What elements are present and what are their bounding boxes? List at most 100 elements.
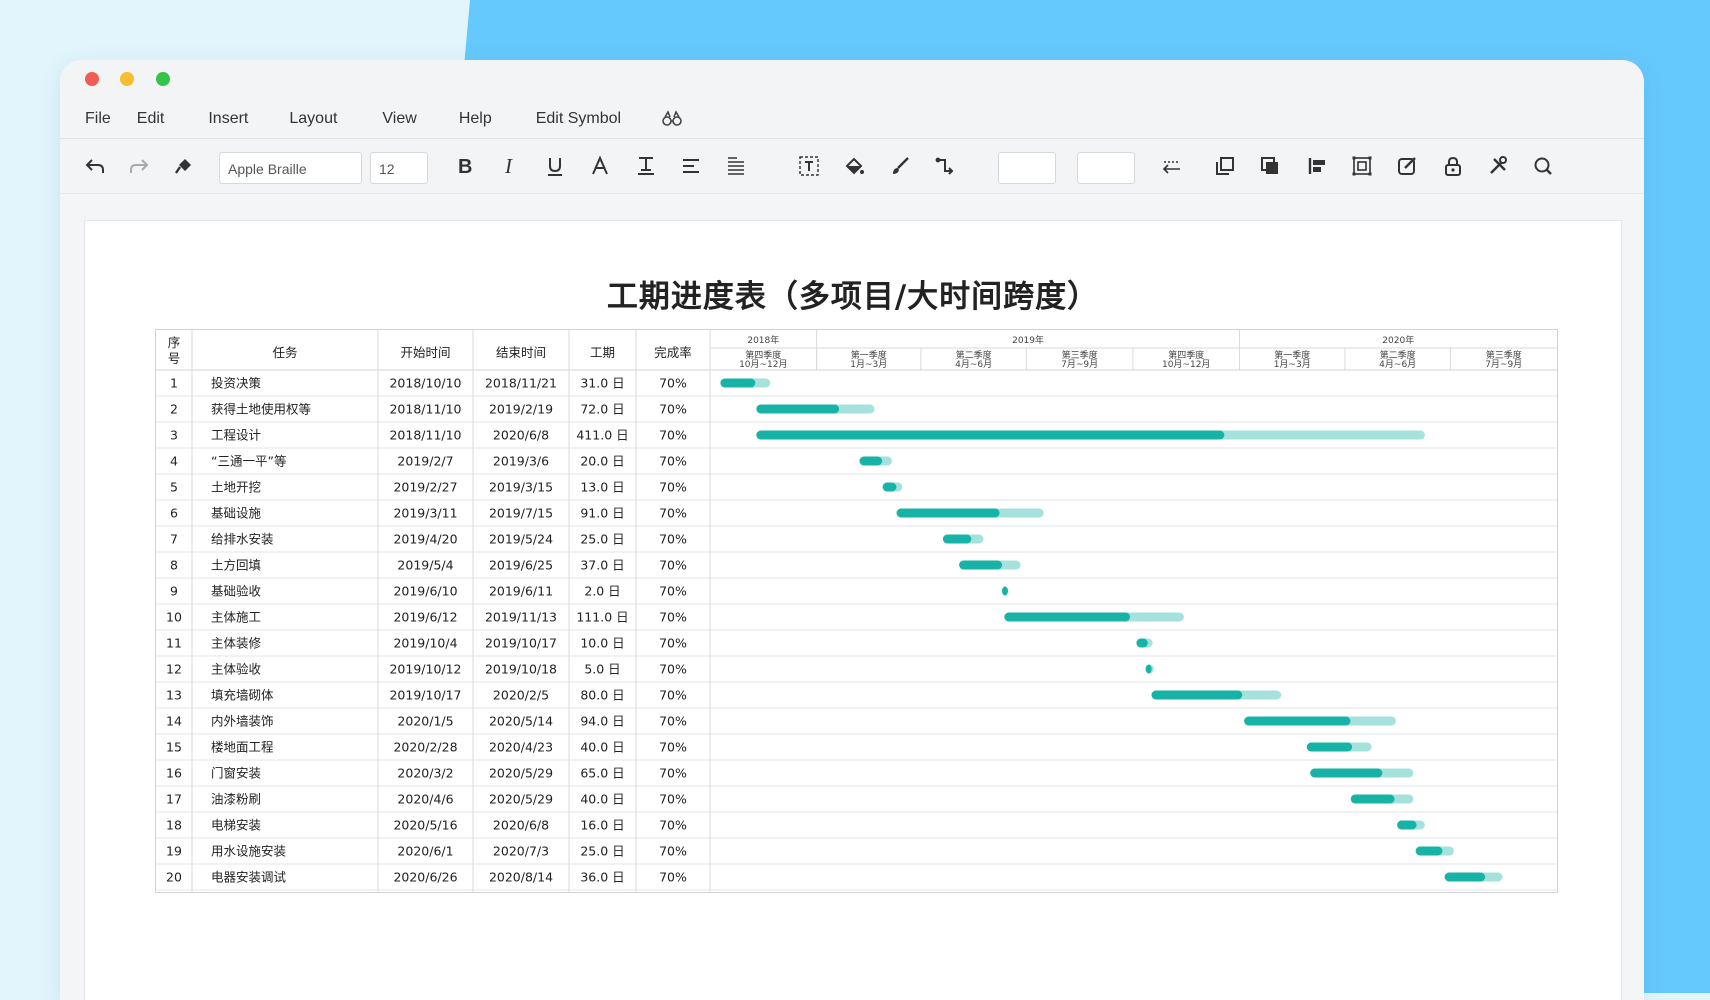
row-duration: 94.0 日 [580,714,624,729]
timeline-month-label: 4月~6月 [1379,359,1416,370]
line-style-input[interactable] [1077,152,1135,184]
menu-edit-symbol[interactable]: Edit Symbol [536,110,621,128]
search-icon[interactable] [1528,151,1558,181]
menu-edit[interactable]: Edit [137,110,165,128]
italic-icon[interactable]: I [494,151,524,181]
menu-layout[interactable]: Layout [289,110,337,128]
col-header-start: 开始时间 [400,345,450,360]
undo-icon[interactable] [80,151,110,181]
row-end-date: 2019/2/19 [489,402,553,417]
menu-bar: File Edit Insert Layout View Help Edit S… [60,100,1644,139]
gantt-bar-progress [1145,664,1152,674]
menu-insert[interactable]: Insert [208,110,248,128]
row-start-date: 2020/6/26 [393,870,457,885]
brush-icon[interactable] [885,151,915,181]
row-duration: 36.0 日 [580,870,624,885]
gantt-bar-progress [1001,586,1008,596]
row-start-date: 2019/10/4 [393,636,457,651]
gantt-bar-progress [1151,690,1243,700]
zoom-window-button[interactable] [156,72,170,86]
row-task-name: 给排水安装 [211,532,274,547]
row-rate: 70% [659,454,687,469]
gantt-bar-progress [896,508,1000,518]
canvas-area: 工期进度表（多项目/大时间跨度） 序号 任务 开始时间 结束时间 工期 完成率 2018年 2… [60,194,1644,1000]
row-end-date: 2019/11/13 [485,610,557,625]
text-box-icon[interactable] [794,151,824,181]
row-duration: 25.0 日 [580,844,624,859]
row-rate: 70% [659,558,687,573]
row-seq: 4 [170,454,178,469]
row-rate: 70% [659,506,687,521]
minimize-window-button[interactable] [120,72,134,86]
row-task-name: 电器安装调试 [211,870,287,885]
align-left-icon[interactable] [1302,151,1332,181]
row-rate: 70% [659,818,687,833]
bold-icon[interactable]: B [449,151,479,181]
row-duration: 40.0 日 [580,740,624,755]
row-start-date: 2018/11/10 [389,402,461,417]
row-end-date: 2019/3/15 [489,480,553,495]
document-page[interactable]: 工期进度表（多项目/大时间跨度） 序号 任务 开始时间 结束时间 工期 完成率 2018年 2… [84,220,1622,1000]
bring-front-icon[interactable] [1210,151,1240,181]
row-task-name: 主体验收 [211,662,262,677]
lock-icon[interactable] [1438,151,1468,181]
row-seq: 14 [166,714,182,729]
row-start-date: 2020/4/6 [397,792,453,807]
row-task-name: 基础设施 [211,506,262,521]
row-task-name: 填充墙砌体 [211,688,274,703]
row-duration: 25.0 日 [580,532,624,547]
font-family-input[interactable]: Apple Braille [219,152,362,184]
tools-icon[interactable] [1483,151,1513,181]
row-task-name: 投资决策 [211,376,262,391]
row-seq: 11 [166,636,182,651]
timeline-year-label: 2020年 [1382,334,1414,346]
row-seq: 9 [170,584,178,599]
row-end-date: 2019/6/25 [489,558,553,573]
menu-help[interactable]: Help [459,110,492,128]
timeline-month-label: 7月~9月 [1061,359,1098,370]
row-seq: 20 [166,870,182,885]
timeline-month-label: 1月~3月 [1274,359,1311,370]
line-spacing-icon[interactable] [721,151,751,181]
menu-file[interactable]: File [85,110,111,128]
timeline-month-label: 10月~12月 [1162,359,1210,370]
row-end-date: 2020/2/5 [493,688,549,703]
row-start-date: 2019/2/27 [393,480,457,495]
row-rate: 70% [659,376,687,391]
connector-icon[interactable] [930,151,960,181]
row-duration: 13.0 日 [580,480,624,495]
redo-icon[interactable] [124,151,154,181]
gantt-chart[interactable]: 序号任务 开始时间 结束时间 工期 完成率 2018年 2019年 2020年 第四季度 10月~… [155,329,1558,893]
font-color-icon[interactable] [585,151,615,181]
row-task-name: “三通一平”等 [211,454,286,469]
group-icon[interactable] [1347,151,1377,181]
underline-icon[interactable] [540,151,570,181]
align-icon[interactable] [676,151,706,181]
arrow-style-icon[interactable] [1157,151,1187,181]
row-task-name: 土地开挖 [211,480,261,495]
row-duration: 91.0 日 [580,506,624,521]
text-style-icon[interactable] [631,151,661,181]
row-end-date: 2018/11/21 [485,376,557,391]
send-back-icon[interactable] [1255,151,1285,181]
row-start-date: 2018/10/10 [389,376,461,391]
row-task-name: 主体施工 [211,610,261,625]
gantt-bar-progress [1244,716,1351,726]
binoculars-icon[interactable] [661,110,683,128]
close-window-button[interactable] [85,72,99,86]
timeline-month-label: 4月~6月 [955,359,992,370]
font-size-input[interactable]: 12 [370,152,428,184]
row-start-date: 2019/10/17 [389,688,461,703]
row-rate: 70% [659,532,687,547]
format-painter-icon[interactable] [169,151,199,181]
row-task-name: 门窗安装 [211,766,261,781]
fill-icon[interactable] [839,151,869,181]
row-seq: 13 [166,688,182,703]
row-duration: 2.0 日 [584,584,620,599]
line-width-input[interactable] [998,152,1056,184]
edit-shape-icon[interactable] [1392,151,1422,181]
row-start-date: 2020/1/5 [397,714,453,729]
menu-view[interactable]: View [382,110,416,128]
row-task-name: 用水设施安装 [211,844,286,859]
col-header-task: 任务 [272,345,297,360]
